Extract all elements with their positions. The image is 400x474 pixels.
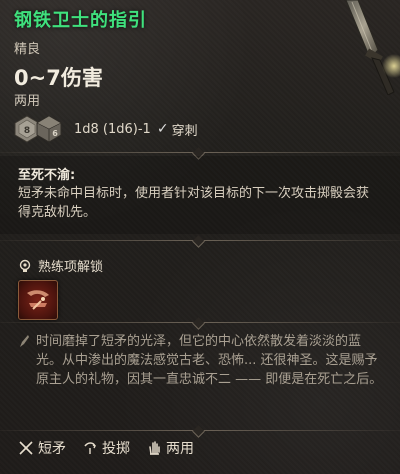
lore-text: 时间磨掉了短矛的光泽，但它的中心依然散发着淡淡的蓝光。从中渗出的魔法感觉古老、恐… bbox=[36, 334, 383, 387]
item-header: 钢铁卫士的指引 精良 bbox=[14, 6, 324, 57]
dice-formula: 1d8 (1d6)-1 bbox=[74, 121, 151, 137]
damage-range: 0~7伤害 bbox=[14, 66, 103, 90]
hand-icon bbox=[149, 441, 160, 455]
item-name: 钢铁卫士的指引 bbox=[14, 10, 147, 31]
damage-type-label: 穿刺 bbox=[171, 123, 198, 139]
damage-type: ✓ 穿刺 bbox=[157, 120, 198, 139]
piercing-icon: ✓ bbox=[156, 121, 169, 137]
item-tags: 短矛 投掷 两用 bbox=[18, 438, 210, 458]
lightbulb-icon bbox=[19, 259, 31, 272]
tag-versatile-label: 两用 bbox=[166, 441, 194, 457]
tag-versatile: 两用 bbox=[146, 438, 194, 458]
divider-lower bbox=[0, 317, 400, 330]
divider-bottom bbox=[0, 425, 400, 438]
item-tooltip: 钢铁卫士的指引 精良 0~7伤害 两用 8 6 1d8 (1d6)-1 ✓ 穿刺 bbox=[0, 0, 400, 474]
tag-spear: 短矛 bbox=[18, 438, 66, 458]
proficiency-label: 熟练项解锁 bbox=[38, 260, 104, 275]
d6-die-icon: 6 bbox=[36, 115, 62, 143]
passive-section: 至死不渝: 短矛未命中目标时，使用者针对该目标的下一次攻击掷骰会获得克敌机先。 bbox=[0, 156, 400, 234]
proficiency-action-icon[interactable] bbox=[18, 280, 58, 320]
tag-throw-label: 投掷 bbox=[102, 441, 130, 457]
spear-icon bbox=[19, 441, 33, 455]
passive-title: 至死不渝: bbox=[18, 168, 76, 183]
proficiency-header: 熟练项解锁 bbox=[18, 256, 103, 275]
d8-die-label: 8 bbox=[24, 126, 30, 136]
passive-description: 短矛未命中目标时，使用者针对该目标的下一次攻击掷骰会获得克敌机先。 bbox=[18, 186, 370, 220]
dice-row: 8 6 1d8 (1d6)-1 ✓ 穿刺 bbox=[14, 112, 198, 146]
throw-icon bbox=[84, 442, 96, 454]
quill-icon bbox=[20, 335, 29, 347]
divider-middle bbox=[0, 235, 400, 248]
item-rarity: 精良 bbox=[14, 42, 41, 57]
tag-spear-label: 短矛 bbox=[38, 441, 66, 457]
d6-die-label: 6 bbox=[52, 129, 58, 138]
handedness-label: 两用 bbox=[14, 94, 41, 109]
tag-throw: 投掷 bbox=[82, 438, 130, 458]
